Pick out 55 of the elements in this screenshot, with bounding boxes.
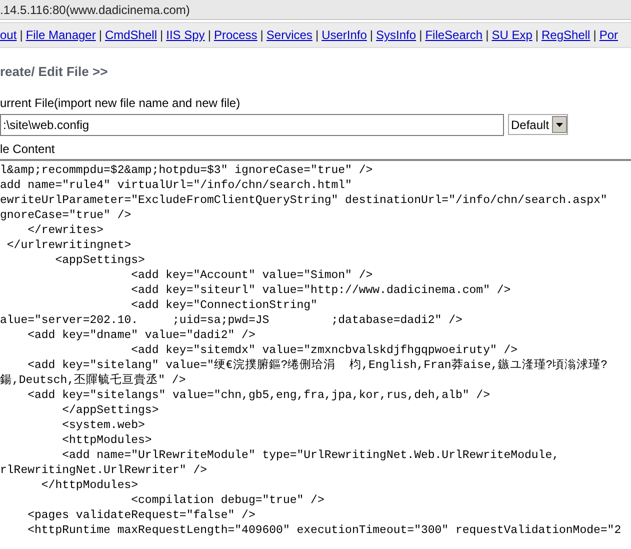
- nav-link[interactable]: Services: [266, 26, 312, 44]
- separator: |: [260, 27, 264, 44]
- nav-link[interactable]: CmdShell: [104, 26, 157, 44]
- code-line: <httpRuntime maxRequestLength="409600" executionTimeout="300" requestValidationMode="2: [26, 524, 622, 536]
- nav-link[interactable]: IIS Spy: [166, 26, 205, 44]
- code-line: </rewrites>: [26, 224, 104, 236]
- separator: |: [535, 27, 538, 44]
- code-line: <add key="Account" value="Simon" />: [130, 268, 373, 282]
- separator: |: [20, 27, 23, 44]
- separator: |: [315, 27, 319, 44]
- separator: |: [370, 27, 374, 44]
- address-bar: .14.5.116:80(www.dadicinema.com): [0, 0, 631, 20]
- separator: |: [486, 27, 489, 44]
- file-path-field[interactable]: :\site\web.config: [0, 114, 504, 136]
- field-label: urrent File(import new file name and new file): [0, 94, 242, 112]
- nav-link[interactable]: SU Exp: [492, 26, 532, 44]
- code-line: l&amp;recommpdu=$2&amp;hotpdu=$3" ignoreCase="true" />: [0, 164, 373, 176]
- separator: |: [419, 27, 422, 44]
- nav-link[interactable]: SysInfo: [376, 26, 416, 44]
- code-line: <add key="sitelang" value="绠€浣撲腑鏂?绻侀珨涓 枃,English,Fran莽aise,鏃ユ湰瑾?頃滃浗瑾?: [26, 358, 608, 372]
- nav-link[interactable]: RegShell: [542, 26, 590, 44]
- code-line: <pages validateRequest="false" />: [26, 508, 256, 522]
- code-line: <system.web>: [61, 418, 145, 432]
- file-content-area[interactable]: [0, 158, 631, 538]
- encoding-select[interactable]: Default: [508, 114, 568, 135]
- code-line: 鍚,Deutsch,丕賱毓乇亘賷丞" />: [0, 374, 186, 386]
- code-line: gnoreCase="true" />: [0, 208, 132, 222]
- code-line: <compilation debug="true" />: [130, 494, 324, 506]
- nav-link[interactable]: Por: [599, 26, 618, 44]
- nav-link[interactable]: File Manager: [26, 26, 96, 44]
- code-line: rlRewritingNet.UrlRewriter" />: [0, 464, 208, 476]
- code-line: <appSettings>: [54, 254, 145, 266]
- separator: |: [98, 27, 102, 44]
- code-line: <add key="ConnectionString": [130, 298, 318, 312]
- field-label: le Content: [0, 140, 56, 158]
- page-heading: reate/ Edit File >>: [0, 63, 109, 81]
- nav-link[interactable]: UserInfo: [322, 26, 367, 44]
- nav-link[interactable]: Process: [214, 26, 258, 44]
- nav-link[interactable]: out: [0, 26, 17, 44]
- separator: |: [160, 27, 164, 44]
- separator: |: [593, 27, 596, 44]
- nav-link[interactable]: FileSearch: [425, 26, 483, 44]
- code-line: ewriteUrlParameter="ExcludeFromClientQueryString" destinationUrl="/info/chn/search.aspx": [0, 194, 608, 206]
- code-line: <httpModules>: [61, 434, 152, 446]
- code-line: <add key="sitelangs" value="chn,gb5,eng,fra,jpa,kor,rus,deh,alb" />: [26, 388, 490, 402]
- code-line: <add key="siteurl" value="http://www.dadicinema.com" />: [130, 284, 511, 296]
- code-line: add name="rule4" virtualUrl="/info/chn/search.html": [0, 178, 352, 192]
- code-line: </httpModules>: [40, 478, 138, 492]
- code-line: <add name="UrlRewriteModule" type="UrlRewritingNet.Web.UrlRewriteModule,: [61, 448, 559, 462]
- code-line: </appSettings>: [61, 404, 159, 416]
- code-line: alue="server=202.10. ;uid=sa;pwd=JS ;database=dadi2" />: [0, 314, 462, 326]
- code-line: <add key="dname" value="dadi2" />: [26, 328, 256, 342]
- separator: |: [208, 27, 211, 44]
- code-line: <add key="sitemdx" value="zmxncbvalskdjfhgqpwoeiruty" />: [130, 344, 518, 356]
- code-line: </urlrewritingnet>: [6, 238, 132, 252]
